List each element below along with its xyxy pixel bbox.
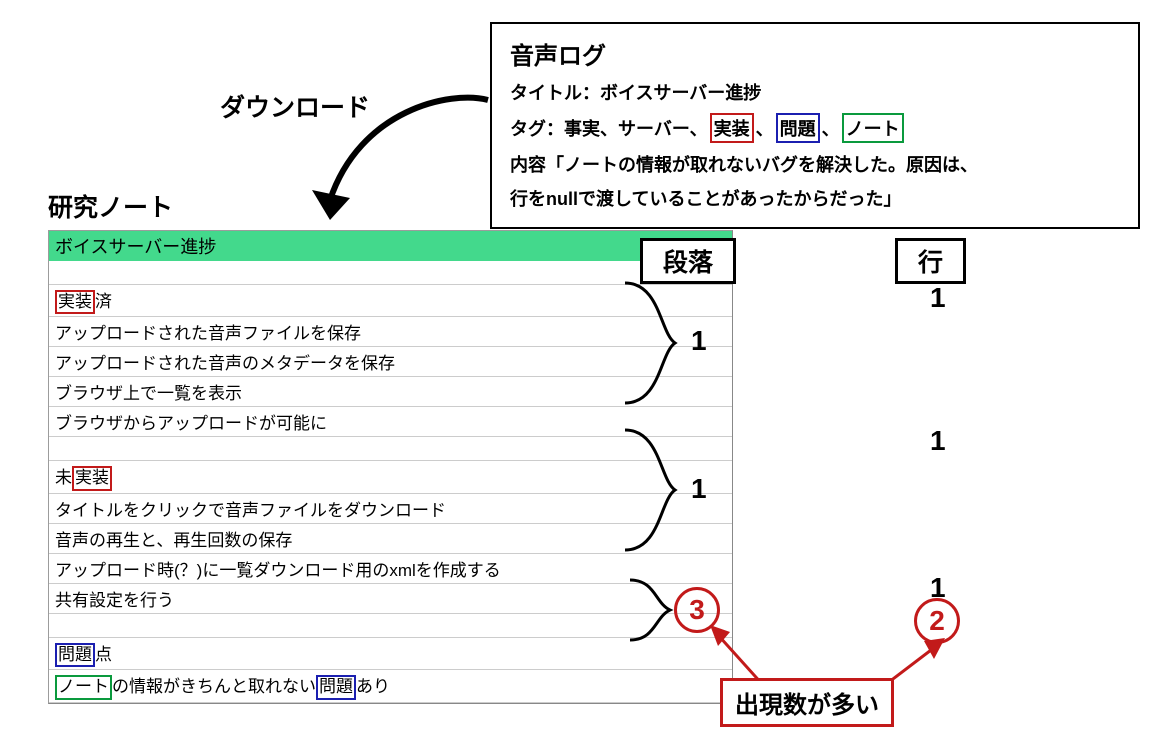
bracket-paragraph-2 bbox=[620, 425, 680, 555]
bracket-paragraph-3 bbox=[625, 575, 675, 645]
tag-sep2: 、 bbox=[822, 119, 840, 139]
row-score-2: 1 bbox=[930, 425, 946, 457]
bracket-paragraph-1 bbox=[620, 278, 680, 408]
download-arrow-icon bbox=[300, 80, 500, 240]
section3-blue: 問題 bbox=[55, 643, 95, 667]
audio-log-title-value: ボイスサーバー進捗 bbox=[600, 83, 761, 103]
audio-log-content-line1: 内容「ノートの情報が取れないバグを解決した。原因は、 bbox=[510, 151, 1120, 177]
audio-log-heading: 音声ログ bbox=[510, 36, 1120, 71]
section3-row: ノートの情報がきちんと取れない問題あり bbox=[49, 670, 732, 702]
row-score-1: 1 bbox=[930, 282, 946, 314]
section3-green: ノート bbox=[55, 675, 112, 699]
tag-green: ノート bbox=[842, 113, 904, 143]
research-note-label: 研究ノート bbox=[48, 188, 173, 224]
paragraph-score-1: 1 bbox=[691, 325, 707, 357]
audio-log-box: 音声ログ タイトル：ボイスサーバー進捗 タグ：事実、サーバー、実装、問題、ノート… bbox=[490, 22, 1140, 229]
section2-red: 実装 bbox=[72, 466, 112, 490]
audio-log-tag-line: タグ：事実、サーバー、実装、問題、ノート bbox=[510, 113, 1120, 143]
audio-log-title-label: タイトル： bbox=[510, 83, 600, 103]
audio-log-content-text1: 「ノートの情報が取れないバグを解決した。原因は、 bbox=[546, 155, 978, 175]
audio-log-content-label: 内容 bbox=[510, 155, 546, 175]
paragraph-score-2: 1 bbox=[691, 473, 707, 505]
row-column-header: 行 bbox=[895, 238, 966, 284]
audio-log-tag-label: タグ： bbox=[510, 119, 564, 139]
audio-log-content-line2: 行をnullで渡していることがあったからだった」 bbox=[510, 185, 1120, 211]
tag-red: 実装 bbox=[710, 113, 754, 143]
section1-red: 実装 bbox=[55, 290, 95, 314]
callout-box: 出現数が多い bbox=[720, 678, 894, 727]
audio-log-title-line: タイトル：ボイスサーバー進捗 bbox=[510, 79, 1120, 105]
tag-blue: 問題 bbox=[776, 113, 820, 143]
audio-log-tags-prefix: 事実、サーバー、 bbox=[564, 119, 708, 139]
tag-sep1: 、 bbox=[756, 119, 774, 139]
paragraph-column-header: 段落 bbox=[640, 238, 736, 284]
section3-row-blue: 問題 bbox=[316, 675, 356, 699]
note-title: ボイスサーバー進捗 bbox=[49, 231, 732, 261]
